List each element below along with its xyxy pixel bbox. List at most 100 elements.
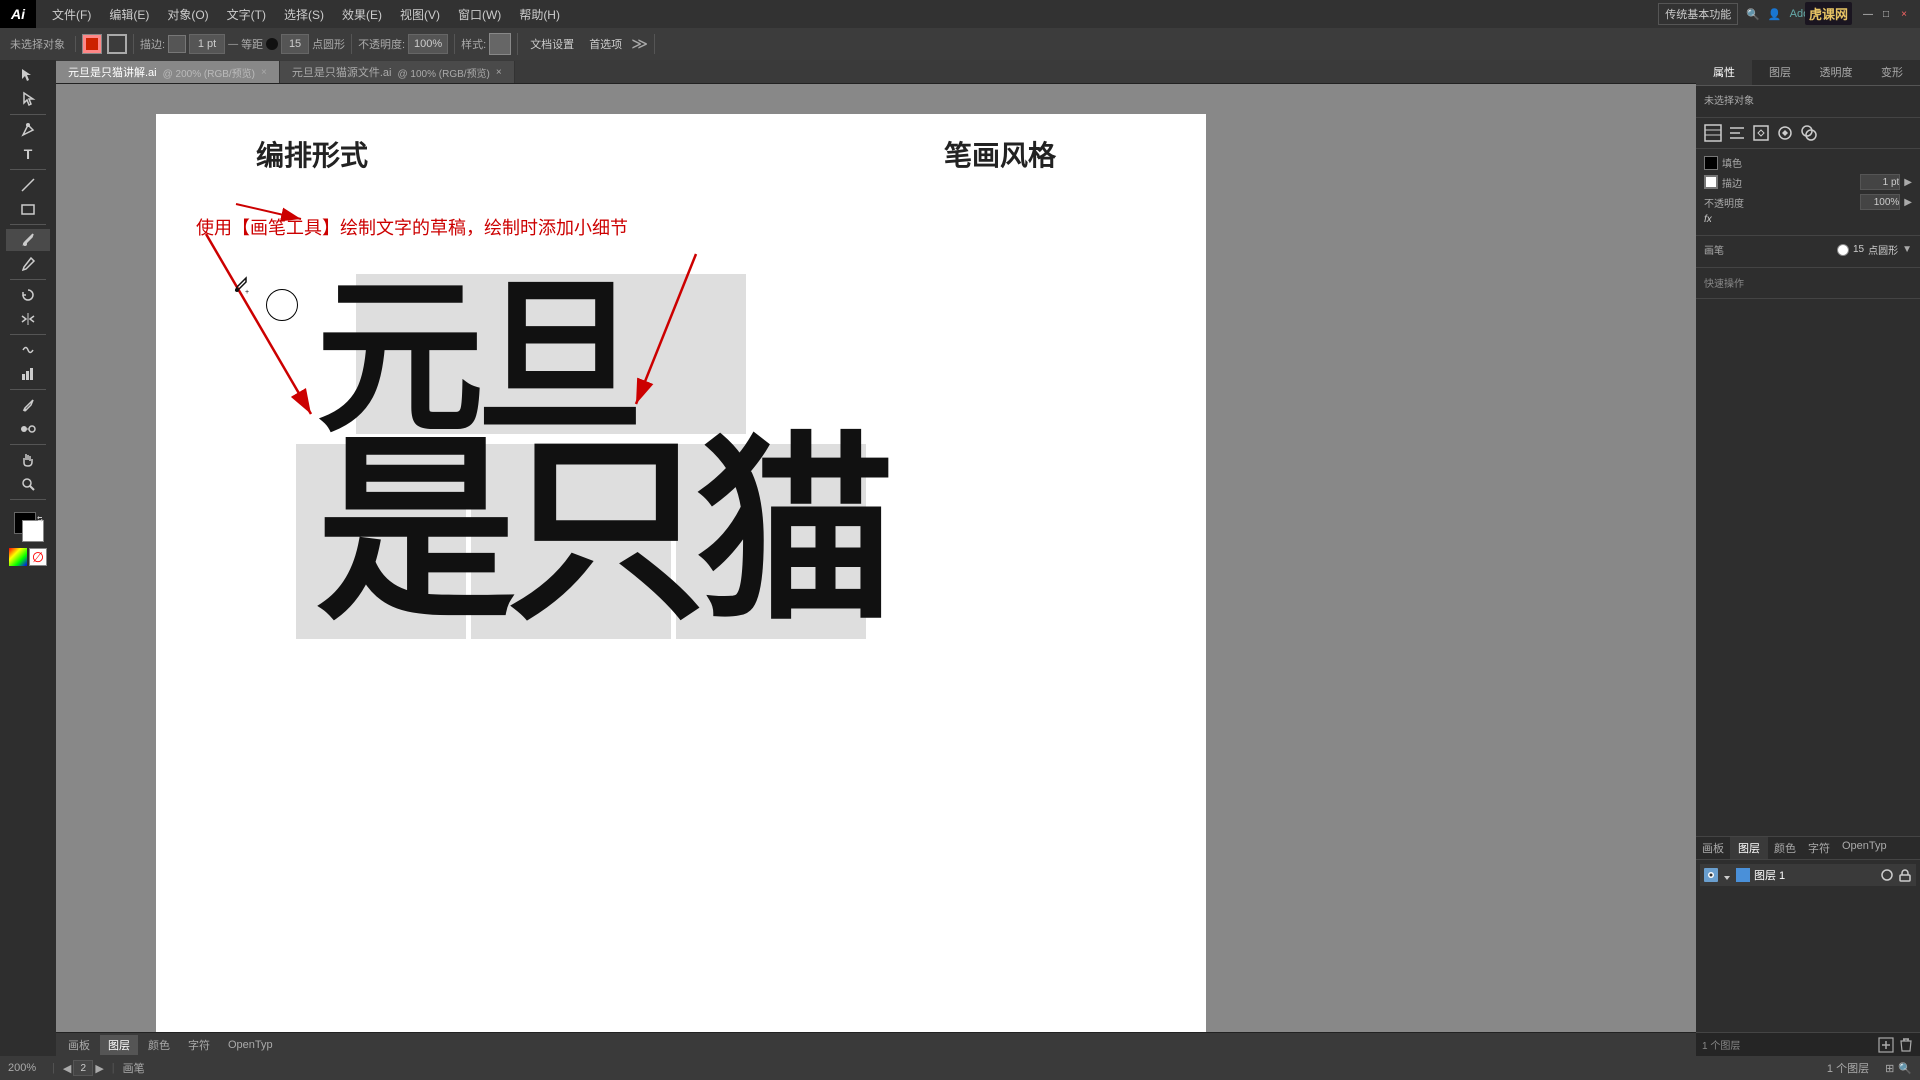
- rectangle-tool-btn[interactable]: [6, 198, 50, 220]
- opacity-panel-input[interactable]: [1860, 194, 1900, 210]
- doc-tab-2[interactable]: 元旦是只猫源文件.ai @ 100% (RGB/预览) ×: [280, 61, 515, 83]
- stroke-width-panel-input[interactable]: [1860, 174, 1900, 190]
- layer-lock-icon[interactable]: [1898, 868, 1912, 882]
- opacity-input[interactable]: [408, 34, 448, 54]
- brush-dropdown-arrow[interactable]: ▼: [1902, 244, 1912, 255]
- rp-tab-artboards[interactable]: 画板: [1696, 837, 1730, 859]
- reflect-tool-btn[interactable]: [6, 308, 50, 330]
- doc-tab-1-meta: @ 200% (RGB/预览): [163, 65, 255, 80]
- panel-tab-transparency[interactable]: 透明度: [1808, 60, 1864, 85]
- menu-view[interactable]: 视图(V): [392, 4, 448, 25]
- canvas-area[interactable]: 元旦 是只猫 编排形式 笔画风格 使用【画笔工具】绘制文字的草稿，绘制时添加小细…: [56, 84, 1696, 1056]
- style-swatch[interactable]: [489, 33, 511, 55]
- brush-shape-panel-value: 点圆形: [1868, 242, 1898, 257]
- stroke-color-swatch[interactable]: [107, 34, 127, 54]
- brush-tool-btn[interactable]: [6, 229, 50, 251]
- opacity-options-arrow[interactable]: ▶: [1904, 197, 1912, 208]
- type-tool-btn[interactable]: T: [6, 143, 50, 165]
- panel-align-icon[interactable]: [1728, 124, 1746, 142]
- extra-options-icon[interactable]: ≫: [631, 34, 648, 54]
- graph-tool-btn[interactable]: [6, 363, 50, 385]
- first-option-btn[interactable]: 首选项: [583, 34, 628, 54]
- doc-settings-btn[interactable]: 文档设置: [524, 34, 580, 54]
- layer-visibility-icon[interactable]: [1704, 868, 1718, 882]
- artboard-number-input[interactable]: [73, 1060, 93, 1076]
- menu-effect[interactable]: 效果(E): [334, 4, 390, 25]
- rp-tab-char[interactable]: 字符: [1802, 837, 1836, 859]
- doc-tab-2-close[interactable]: ×: [496, 67, 502, 78]
- rp-tab-opentype[interactable]: OpenTyp: [1836, 837, 1893, 859]
- menu-help[interactable]: 帮助(H): [511, 4, 568, 25]
- stroke-dash-icon: —: [228, 39, 238, 50]
- swap-colors-btn[interactable]: [36, 510, 44, 518]
- pen-tool-btn[interactable]: [6, 119, 50, 141]
- rp-tab-layers[interactable]: 图层: [1730, 837, 1768, 859]
- stroke-color-box[interactable]: [1704, 175, 1718, 189]
- pencil-tool-btn[interactable]: [6, 253, 50, 275]
- none-color-btn[interactable]: ∅: [29, 548, 47, 566]
- search-icon: 🔍: [1746, 8, 1760, 21]
- style-label: 样式:: [461, 36, 486, 52]
- zoom-out-icon[interactable]: 🔍: [1898, 1062, 1912, 1075]
- delete-layer-btn[interactable]: [1898, 1037, 1914, 1053]
- menu-window[interactable]: 窗口(W): [450, 4, 509, 25]
- opacity-panel-label: 不透明度: [1704, 195, 1744, 210]
- eyedropper-tool-btn[interactable]: [6, 394, 50, 416]
- rotate-tool-btn[interactable]: [6, 284, 50, 306]
- panel-tab-properties[interactable]: 属性: [1696, 60, 1752, 85]
- selection-group: 未选择对象: [6, 36, 76, 52]
- workspace-mode[interactable]: 传统基本功能: [1658, 3, 1738, 25]
- stroke-width-icon[interactable]: [168, 35, 186, 53]
- artboard-prev-btn[interactable]: ◀: [63, 1062, 71, 1075]
- fill-color-box[interactable]: [1704, 156, 1718, 170]
- doc-tab-1[interactable]: 元旦是只猫讲解.ai @ 200% (RGB/预览) ×: [56, 61, 280, 83]
- direct-select-tool-btn[interactable]: [6, 88, 50, 110]
- blend-tool-btn[interactable]: [6, 418, 50, 440]
- brush-size-input[interactable]: [281, 34, 309, 54]
- app-logo: Ai: [0, 0, 36, 28]
- panel-transform-icon[interactable]: [1752, 124, 1770, 142]
- menu-type[interactable]: 文字(T): [219, 4, 274, 25]
- bottom-tab-colors[interactable]: 颜色: [140, 1035, 178, 1055]
- layer-target-icon[interactable]: [1880, 868, 1894, 882]
- layer-expand-arrow[interactable]: [1722, 870, 1732, 880]
- brush-size-panel-value: 15: [1853, 244, 1864, 255]
- artboard-next-btn[interactable]: ▶: [95, 1062, 103, 1075]
- stroke-options-arrow[interactable]: ▶: [1904, 177, 1912, 188]
- right-panel-tabs: 属性 图层 透明度 变形: [1696, 60, 1920, 86]
- minimize-button[interactable]: —: [1860, 6, 1876, 22]
- stroke-label: 描边:: [140, 36, 165, 52]
- doc-tab-1-close[interactable]: ×: [261, 67, 267, 78]
- status-bar: 200% | ◀ ▶ | 画笔 1 个图层 ⊞ 🔍: [0, 1056, 1920, 1080]
- panel-layers-icon[interactable]: [1704, 124, 1722, 142]
- panel-tab-layers[interactable]: 图层: [1752, 60, 1808, 85]
- panel-pathfinder-icon[interactable]: [1800, 124, 1818, 142]
- bottom-tab-layers[interactable]: 图层: [100, 1035, 138, 1055]
- close-button[interactable]: ×: [1896, 6, 1912, 22]
- stroke-width-input[interactable]: [189, 34, 225, 54]
- hand-tool-btn[interactable]: [6, 449, 50, 471]
- maximize-button[interactable]: □: [1878, 6, 1894, 22]
- add-layer-btn[interactable]: [1878, 1037, 1894, 1053]
- stroke-swatch[interactable]: [22, 520, 44, 542]
- zoom-tool-btn[interactable]: [6, 473, 50, 495]
- panel-appearance-icon[interactable]: [1776, 124, 1794, 142]
- color-gradient-btn[interactable]: [9, 548, 27, 566]
- panel-tab-transform[interactable]: 变形: [1864, 60, 1920, 85]
- menu-edit[interactable]: 编辑(E): [101, 4, 157, 25]
- menu-file[interactable]: 文件(F): [44, 4, 99, 25]
- fill-color-swatch[interactable]: [82, 34, 102, 54]
- menu-select[interactable]: 选择(S): [276, 4, 332, 25]
- line-tool-btn[interactable]: [6, 174, 50, 196]
- menu-object[interactable]: 对象(O): [159, 4, 216, 25]
- art-line2: 是只猫: [316, 432, 886, 632]
- selection-tool-btn[interactable]: [6, 64, 50, 86]
- new-artboard-icon[interactable]: ⊞: [1885, 1062, 1894, 1075]
- rp-tab-colors[interactable]: 颜色: [1768, 837, 1802, 859]
- menu-bar: Ai 文件(F) 编辑(E) 对象(O) 文字(T) 选择(S) 效果(E) 视…: [0, 0, 1920, 28]
- bottom-tab-opentype[interactable]: OpenTyp: [220, 1037, 281, 1053]
- zoom-level[interactable]: 200%: [8, 1062, 44, 1074]
- bottom-tab-artboards[interactable]: 画板: [60, 1035, 98, 1055]
- warp-tool-btn[interactable]: [6, 339, 50, 361]
- bottom-tab-char[interactable]: 字符: [180, 1035, 218, 1055]
